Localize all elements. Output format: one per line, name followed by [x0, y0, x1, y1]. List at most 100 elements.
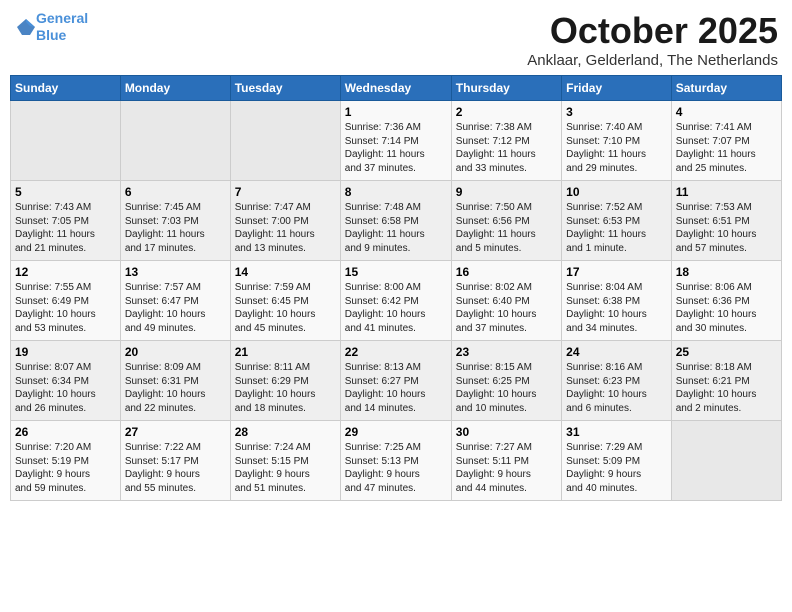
day-number: 11: [676, 185, 777, 199]
calendar-day-3: 3 Sunrise: 7:40 AM Sunset: 7:10 PM Daylig…: [562, 101, 672, 181]
day-info: Sunrise: 7:25 AM Sunset: 5:13 PM Dayligh…: [345, 441, 447, 495]
day-info: Sunrise: 7:55 AM Sunset: 6:49 PM Dayligh…: [15, 281, 116, 335]
calendar-day-30: 30 Sunrise: 7:27 AM Sunset: 5:11 PM Dayli…: [451, 421, 561, 501]
day-info: Sunrise: 8:11 AM Sunset: 6:29 PM Dayligh…: [235, 361, 336, 415]
logo-blue: Blue: [36, 27, 66, 43]
day-info: Sunrise: 7:43 AM Sunset: 7:05 PM Dayligh…: [15, 201, 116, 255]
calendar-day-13: 13Sunrise: 7:57 AM Sunset: 6:47 PM Dayli…: [120, 261, 230, 341]
day-info: Sunrise: 8:09 AM Sunset: 6:31 PM Dayligh…: [125, 361, 226, 415]
calendar-day-10: 10 Sunrise: 7:52 AM Sunset: 6:53 PM Dayli…: [562, 181, 672, 261]
day-info: Sunrise: 8:18 AM Sunset: 6:21 PM Dayligh…: [676, 361, 777, 415]
location-subtitle: Anklaar, Gelderland, The Netherlands: [527, 52, 778, 69]
day-number: 20: [125, 345, 226, 359]
calendar-day-20: 20 Sunrise: 8:09 AM Sunset: 6:31 PM Dayli…: [120, 341, 230, 421]
calendar-day-11: 11 Sunrise: 7:53 AM Sunset: 6:51 PM Dayli…: [671, 181, 781, 261]
day-info: Sunrise: 7:48 AM Sunset: 6:58 PM Dayligh…: [345, 201, 447, 255]
calendar-day-14: 14 Sunrise: 7:59 AM Sunset: 6:45 PM Dayli…: [230, 261, 340, 341]
day-info: Sunrise: 7:52 AM Sunset: 6:53 PM Dayligh…: [566, 201, 667, 255]
day-info: Sunrise: 7:41 AM Sunset: 7:07 PM Dayligh…: [676, 121, 777, 175]
day-info: Sunrise: 7:45 AM Sunset: 7:03 PM Dayligh…: [125, 201, 226, 255]
day-info: Sunrise: 8:04 AM Sunset: 6:38 PM Dayligh…: [566, 281, 667, 335]
day-info: Sunrise: 7:27 AM Sunset: 5:11 PM Dayligh…: [456, 441, 557, 495]
calendar-week-row: 12Sunrise: 7:55 AM Sunset: 6:49 PM Dayli…: [11, 261, 782, 341]
calendar-day-25: 25 Sunrise: 8:18 AM Sunset: 6:21 PM Dayli…: [671, 341, 781, 421]
day-info: Sunrise: 7:24 AM Sunset: 5:15 PM Dayligh…: [235, 441, 336, 495]
calendar-day-18: 18 Sunrise: 8:06 AM Sunset: 6:36 PM Dayli…: [671, 261, 781, 341]
weekday-header-saturday: Saturday: [671, 76, 781, 101]
day-number: 18: [676, 265, 777, 279]
calendar-day-9: 9 Sunrise: 7:50 AM Sunset: 6:56 PM Daylig…: [451, 181, 561, 261]
calendar-day-7: 7Sunrise: 7:47 AM Sunset: 7:00 PM Daylig…: [230, 181, 340, 261]
weekday-header-tuesday: Tuesday: [230, 76, 340, 101]
day-number: 15: [345, 265, 447, 279]
calendar-day-28: 28 Sunrise: 7:24 AM Sunset: 5:15 PM Dayli…: [230, 421, 340, 501]
calendar-empty-cell: [671, 421, 781, 501]
calendar-week-row: 26 Sunrise: 7:20 AM Sunset: 5:19 PM Dayli…: [11, 421, 782, 501]
day-info: Sunrise: 7:36 AM Sunset: 7:14 PM Dayligh…: [345, 121, 447, 175]
day-info: Sunrise: 7:40 AM Sunset: 7:10 PM Dayligh…: [566, 121, 667, 175]
calendar-day-27: 27Sunrise: 7:22 AM Sunset: 5:17 PM Dayli…: [120, 421, 230, 501]
weekday-header-sunday: Sunday: [11, 76, 121, 101]
calendar-day-29: 29 Sunrise: 7:25 AM Sunset: 5:13 PM Dayli…: [340, 421, 451, 501]
day-info: Sunrise: 7:38 AM Sunset: 7:12 PM Dayligh…: [456, 121, 557, 175]
calendar-week-row: 1Sunrise: 7:36 AM Sunset: 7:14 PM Daylig…: [11, 101, 782, 181]
calendar-week-row: 19Sunrise: 8:07 AM Sunset: 6:34 PM Dayli…: [11, 341, 782, 421]
calendar-day-5: 5Sunrise: 7:43 AM Sunset: 7:05 PM Daylig…: [11, 181, 121, 261]
day-info: Sunrise: 7:53 AM Sunset: 6:51 PM Dayligh…: [676, 201, 777, 255]
day-number: 10: [566, 185, 667, 199]
day-info: Sunrise: 7:29 AM Sunset: 5:09 PM Dayligh…: [566, 441, 667, 495]
weekday-header-friday: Friday: [562, 76, 672, 101]
day-number: 22: [345, 345, 447, 359]
calendar-day-23: 23 Sunrise: 8:15 AM Sunset: 6:25 PM Dayli…: [451, 341, 561, 421]
logo-icon: [16, 17, 36, 37]
calendar-day-4: 4 Sunrise: 7:41 AM Sunset: 7:07 PM Daylig…: [671, 101, 781, 181]
day-number: 29: [345, 425, 447, 439]
day-info: Sunrise: 8:00 AM Sunset: 6:42 PM Dayligh…: [345, 281, 447, 335]
day-number: 9: [456, 185, 557, 199]
calendar-day-21: 21 Sunrise: 8:11 AM Sunset: 6:29 PM Dayli…: [230, 341, 340, 421]
day-info: Sunrise: 8:15 AM Sunset: 6:25 PM Dayligh…: [456, 361, 557, 415]
calendar-day-17: 17 Sunrise: 8:04 AM Sunset: 6:38 PM Dayli…: [562, 261, 672, 341]
calendar-day-6: 6 Sunrise: 7:45 AM Sunset: 7:03 PM Daylig…: [120, 181, 230, 261]
day-number: 26: [15, 425, 116, 439]
logo: General Blue: [14, 10, 88, 44]
day-number: 8: [345, 185, 447, 199]
calendar-day-8: 8 Sunrise: 7:48 AM Sunset: 6:58 PM Daylig…: [340, 181, 451, 261]
calendar-day-26: 26 Sunrise: 7:20 AM Sunset: 5:19 PM Dayli…: [11, 421, 121, 501]
day-info: Sunrise: 8:16 AM Sunset: 6:23 PM Dayligh…: [566, 361, 667, 415]
title-area: October 2025 Anklaar, Gelderland, The Ne…: [527, 10, 778, 69]
day-info: Sunrise: 7:50 AM Sunset: 6:56 PM Dayligh…: [456, 201, 557, 255]
calendar-day-1: 1Sunrise: 7:36 AM Sunset: 7:14 PM Daylig…: [340, 101, 451, 181]
day-info: Sunrise: 7:57 AM Sunset: 6:47 PM Dayligh…: [125, 281, 226, 335]
day-number: 25: [676, 345, 777, 359]
day-number: 3: [566, 105, 667, 119]
day-info: Sunrise: 8:06 AM Sunset: 6:36 PM Dayligh…: [676, 281, 777, 335]
calendar-day-15: 15 Sunrise: 8:00 AM Sunset: 6:42 PM Dayli…: [340, 261, 451, 341]
logo-text: General Blue: [36, 10, 88, 44]
day-number: 17: [566, 265, 667, 279]
day-number: 30: [456, 425, 557, 439]
day-info: Sunrise: 8:07 AM Sunset: 6:34 PM Dayligh…: [15, 361, 116, 415]
day-info: Sunrise: 8:13 AM Sunset: 6:27 PM Dayligh…: [345, 361, 447, 415]
day-info: Sunrise: 7:59 AM Sunset: 6:45 PM Dayligh…: [235, 281, 336, 335]
day-number: 2: [456, 105, 557, 119]
day-info: Sunrise: 7:22 AM Sunset: 5:17 PM Dayligh…: [125, 441, 226, 495]
weekday-header-wednesday: Wednesday: [340, 76, 451, 101]
day-number: 28: [235, 425, 336, 439]
page-header: General Blue October 2025 Anklaar, Gelde…: [10, 10, 782, 69]
calendar-day-31: 31Sunrise: 7:29 AM Sunset: 5:09 PM Dayli…: [562, 421, 672, 501]
day-number: 23: [456, 345, 557, 359]
day-number: 21: [235, 345, 336, 359]
calendar-week-row: 5Sunrise: 7:43 AM Sunset: 7:05 PM Daylig…: [11, 181, 782, 261]
weekday-header-monday: Monday: [120, 76, 230, 101]
calendar-empty-cell: [11, 101, 121, 181]
calendar-day-24: 24Sunrise: 8:16 AM Sunset: 6:23 PM Dayli…: [562, 341, 672, 421]
calendar-empty-cell: [120, 101, 230, 181]
day-info: Sunrise: 7:20 AM Sunset: 5:19 PM Dayligh…: [15, 441, 116, 495]
calendar-day-19: 19Sunrise: 8:07 AM Sunset: 6:34 PM Dayli…: [11, 341, 121, 421]
calendar-header-row: SundayMondayTuesdayWednesdayThursdayFrid…: [11, 76, 782, 101]
day-number: 14: [235, 265, 336, 279]
day-number: 4: [676, 105, 777, 119]
day-number: 6: [125, 185, 226, 199]
weekday-header-thursday: Thursday: [451, 76, 561, 101]
